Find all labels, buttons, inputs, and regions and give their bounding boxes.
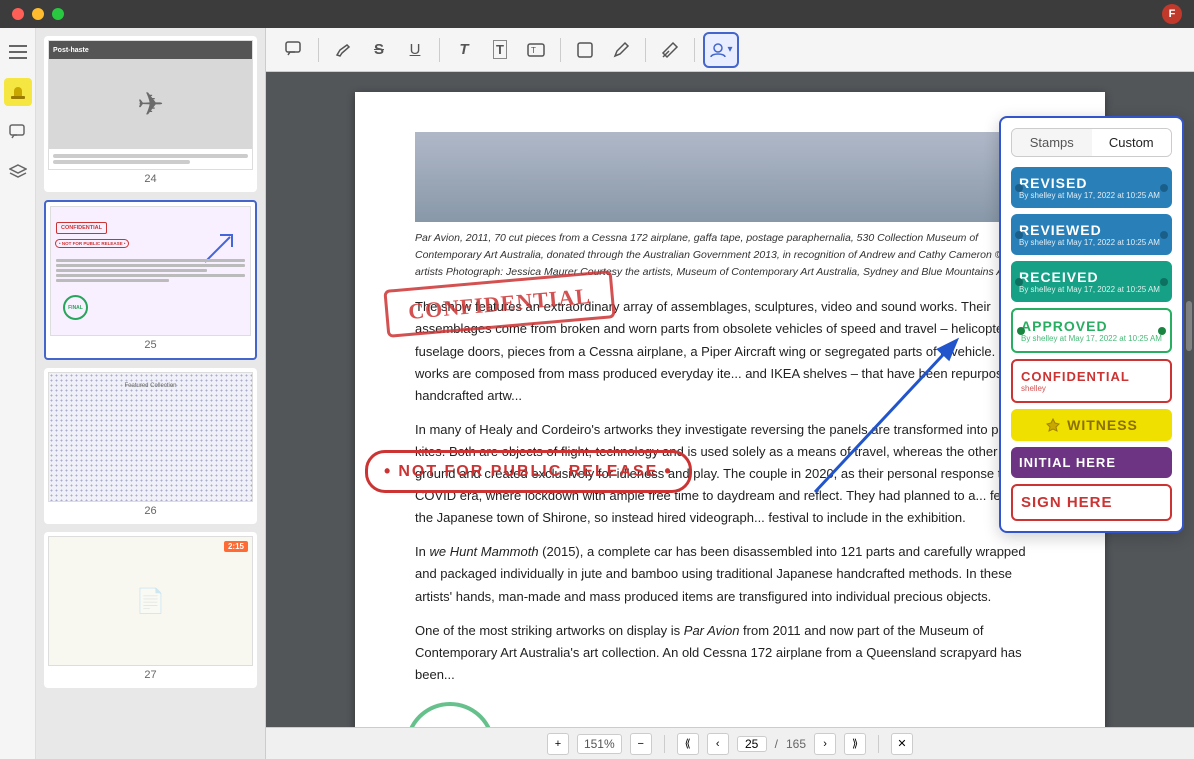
thumbnail-26-image: Featured Collection xyxy=(48,372,253,502)
stamp-panel: Stamps Custom REVISED By shelley at May … xyxy=(999,116,1184,533)
thumbnail-24-label: 24 xyxy=(48,170,253,188)
initial-here-label: INITIAL HERE xyxy=(1019,455,1164,470)
pdf-paragraph-4: One of the most striking artworks on dis… xyxy=(415,620,1045,686)
toolbar-separator-1 xyxy=(318,38,319,62)
next-page-button[interactable]: › xyxy=(814,733,836,755)
thumbnail-27-image: 📄 2:15 xyxy=(48,536,253,666)
stamps-tab[interactable]: Stamps xyxy=(1012,129,1092,156)
status-separator-1 xyxy=(664,735,665,753)
thumbnail-page-26[interactable]: Featured Collection 26 xyxy=(44,368,257,524)
shapes-tool-button[interactable] xyxy=(569,34,601,66)
pdf-page: Par Avion, 2011, 70 cut pieces from a Ce… xyxy=(355,92,1105,727)
prev-page-button[interactable]: ‹ xyxy=(707,733,729,755)
underline-tool-button[interactable]: U xyxy=(399,34,431,66)
comment-sidebar-button[interactable] xyxy=(4,118,32,146)
custom-tab[interactable]: Custom xyxy=(1092,129,1172,156)
reviewed-sub-label: By shelley at May 17, 2022 at 10:25 AM xyxy=(1019,238,1164,247)
thumbnail-26-label: 26 xyxy=(48,502,253,520)
pen-tool-button[interactable] xyxy=(605,34,637,66)
sign-here-label: SIGN HERE xyxy=(1021,494,1162,511)
toolbar: S U T T T xyxy=(266,28,1194,72)
total-pages-display: 165 xyxy=(786,737,806,751)
thumbnail-25-label: 25 xyxy=(50,336,251,354)
received-dot-right xyxy=(1160,278,1168,286)
approved-dot-right xyxy=(1158,327,1166,335)
received-sub-label: By shelley at May 17, 2022 at 10:25 AM xyxy=(1019,285,1164,294)
pdf-paragraph-3: In we Hunt Mammoth (2015), a complete ca… xyxy=(415,541,1045,607)
reviewed-stamp-item[interactable]: REVIEWED By shelley at May 17, 2022 at 1… xyxy=(1011,214,1172,255)
stamp-panel-tabs: Stamps Custom xyxy=(1011,128,1172,157)
sign-here-stamp-item[interactable]: SIGN HERE xyxy=(1011,484,1172,521)
comment-tool-button[interactable] xyxy=(278,34,310,66)
initial-here-stamp-item[interactable]: INITIAL HERE xyxy=(1011,447,1172,478)
first-page-button[interactable]: ⟪ xyxy=(677,733,699,755)
main-content-area: S U T T T xyxy=(266,28,1194,759)
approved-stamp-item[interactable]: APPROVED By shelley at May 17, 2022 at 1… xyxy=(1011,308,1172,353)
thumbnail-27-label: 27 xyxy=(48,666,253,684)
toolbar-separator-5 xyxy=(694,38,695,62)
thumbnail-page-24[interactable]: Post-haste ✈ 24 xyxy=(44,36,257,192)
thumbnail-page-25[interactable]: CONFIDENTIAL • NOT FOR PUBLIC RELEASE • … xyxy=(44,200,257,360)
status-separator-2 xyxy=(878,735,879,753)
svg-text:T: T xyxy=(531,46,536,55)
zoom-level-display[interactable]: 151% xyxy=(577,734,622,754)
witness-label: WITNESS xyxy=(1067,417,1138,433)
revised-dot-right xyxy=(1160,184,1168,192)
strikethrough-tool-button[interactable]: S xyxy=(363,34,395,66)
highlight-tool-button[interactable] xyxy=(327,34,359,66)
page-stamp-final: FINAL xyxy=(405,702,495,727)
confidential-stamp-label: CONFIDENTIAL xyxy=(1021,369,1162,384)
revised-stamp-item[interactable]: REVISED By shelley at May 17, 2022 at 10… xyxy=(1011,167,1172,208)
reviewed-dot-right xyxy=(1160,231,1168,239)
thumbnail-panel: Post-haste ✈ 24 xyxy=(36,28,266,759)
titlebar: F xyxy=(0,0,1194,28)
close-button[interactable] xyxy=(12,8,24,20)
thumbnail-page-27[interactable]: 📄 2:15 27 xyxy=(44,532,257,688)
pdf-photo-section: Par Avion, 2011, 70 cut pieces from a Ce… xyxy=(415,132,1045,280)
user-avatar[interactable]: F xyxy=(1162,4,1182,24)
status-bar: + 151% − ⟪ ‹ 25 / 165 › ⟫ ✕ xyxy=(266,727,1194,759)
approved-sub-label: By shelley at May 17, 2022 at 10:25 AM xyxy=(1021,334,1162,343)
confidential-stamp-item[interactable]: CONFIDENTIAL shelley xyxy=(1011,359,1172,403)
maximize-button[interactable] xyxy=(52,8,64,20)
thumbnail-24-image: Post-haste ✈ xyxy=(48,40,253,170)
revised-sub-label: By shelley at May 17, 2022 at 10:25 AM xyxy=(1019,191,1164,200)
reviewed-label: REVIEWED xyxy=(1019,222,1164,238)
toolbar-separator-4 xyxy=(645,38,646,62)
revised-label: REVISED xyxy=(1019,175,1164,191)
received-label: RECEIVED xyxy=(1019,269,1164,285)
page-separator: / xyxy=(775,737,778,751)
current-page-input[interactable]: 25 xyxy=(737,736,767,752)
sidebar-toggle-button[interactable] xyxy=(4,38,32,66)
minimize-button[interactable] xyxy=(32,8,44,20)
pdf-photo-placeholder xyxy=(415,132,1045,222)
witness-stamp-item[interactable]: WITNESS xyxy=(1011,409,1172,441)
text-tool-button[interactable]: T xyxy=(448,34,480,66)
pdf-caption: Par Avion, 2011, 70 cut pieces from a Ce… xyxy=(415,230,1045,280)
layers-sidebar-button[interactable] xyxy=(4,158,32,186)
freetext-tool-button[interactable]: T xyxy=(520,34,552,66)
confidential-stamp-sub: shelley xyxy=(1021,384,1162,393)
close-page-button[interactable]: ✕ xyxy=(891,733,913,755)
thumbnail-25-image: CONFIDENTIAL • NOT FOR PUBLIC RELEASE • … xyxy=(50,206,251,336)
approved-label: APPROVED xyxy=(1021,318,1162,334)
zoom-out-button[interactable]: − xyxy=(630,733,652,755)
left-sidebar xyxy=(0,28,36,759)
pdf-scrollbar-thumb[interactable] xyxy=(1186,301,1192,351)
resize-tool-button[interactable] xyxy=(654,34,686,66)
witness-icon xyxy=(1045,417,1061,433)
text-box-tool-button[interactable]: T xyxy=(484,34,516,66)
toolbar-separator-3 xyxy=(560,38,561,62)
page-stamp-nfpr: NOT FOR PUBLIC RELEASE xyxy=(365,450,692,493)
received-stamp-item[interactable]: RECEIVED By shelley at May 17, 2022 at 1… xyxy=(1011,261,1172,302)
zoom-in-button[interactable]: + xyxy=(547,733,569,755)
stamp-items-list: REVISED By shelley at May 17, 2022 at 10… xyxy=(1011,167,1172,521)
toolbar-separator-2 xyxy=(439,38,440,62)
annotation-tool-button[interactable]: ▾ xyxy=(703,32,739,68)
app-layout: Post-haste ✈ 24 xyxy=(0,28,1194,759)
stamp-sidebar-button[interactable] xyxy=(4,78,32,106)
last-page-button[interactable]: ⟫ xyxy=(844,733,866,755)
pdf-area[interactable]: Par Avion, 2011, 70 cut pieces from a Ce… xyxy=(266,72,1194,727)
